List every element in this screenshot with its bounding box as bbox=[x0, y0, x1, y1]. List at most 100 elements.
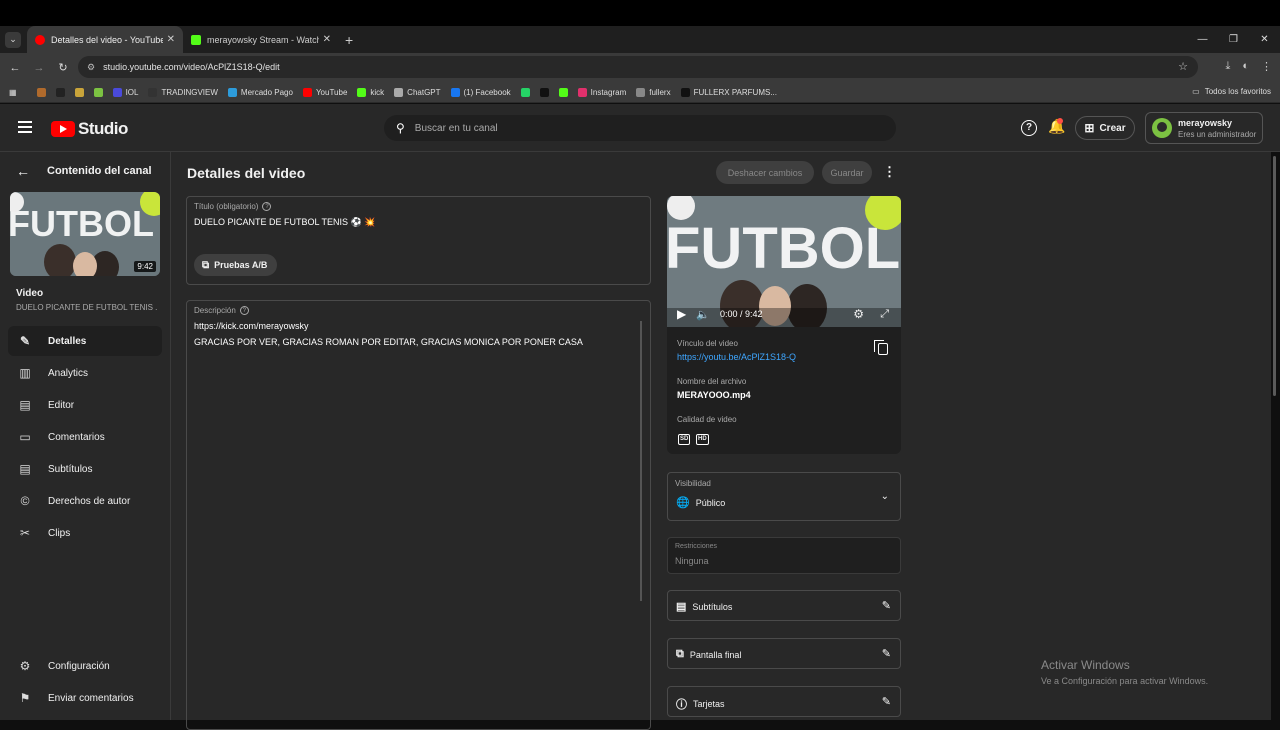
cards-row[interactable]: ⓘ Tarjetas ✎ bbox=[667, 686, 901, 717]
player-settings-icon[interactable]: ⚙ bbox=[853, 307, 864, 321]
forward-icon[interactable]: → bbox=[27, 62, 51, 74]
video-player[interactable]: FUTBOL ▶ 🔈 0:00 / 9:42 ⚙ ⤢ bbox=[667, 196, 901, 332]
save-button[interactable]: Guardar bbox=[822, 161, 872, 184]
bookmark-favicon-icon bbox=[74, 87, 84, 97]
bookmark-favicon-icon bbox=[394, 87, 404, 97]
bookmark-item[interactable] bbox=[520, 87, 534, 97]
search-input[interactable] bbox=[414, 122, 855, 134]
edit-pencil-icon[interactable]: ✎ bbox=[882, 647, 891, 660]
sidebar-item-analytics[interactable]: ▥ Analytics bbox=[8, 358, 162, 388]
subtitles-row[interactable]: ▤ Subtítulos ✎ bbox=[667, 590, 901, 621]
description-line[interactable]: https://kick.com/merayowsky bbox=[194, 321, 309, 331]
end-screen-row[interactable]: ⧉ Pantalla final ✎ bbox=[667, 638, 901, 669]
hamburger-menu-icon[interactable] bbox=[18, 121, 32, 133]
more-options-icon[interactable]: ⋮ bbox=[883, 164, 896, 180]
bookmark-item[interactable] bbox=[93, 87, 107, 97]
new-tab-button[interactable]: + bbox=[345, 32, 353, 48]
undo-changes-button[interactable]: Deshacer cambios bbox=[716, 161, 814, 184]
description-line[interactable]: GRACIAS POR VER, GRACIAS ROMAN POR EDITA… bbox=[194, 337, 583, 347]
account-name: merayowsky bbox=[1178, 117, 1233, 128]
fullscreen-icon[interactable]: ⤢ bbox=[880, 308, 889, 321]
sidebar-item-comentarios[interactable]: ▭ Comentarios bbox=[8, 422, 162, 452]
watermark-line1: Activar Windows bbox=[1041, 658, 1130, 672]
volume-icon[interactable]: 🔈 bbox=[696, 308, 710, 321]
bookmark-favicon-icon bbox=[55, 87, 65, 97]
reload-icon[interactable]: ↻ bbox=[51, 61, 75, 74]
arrow-left-icon: ← bbox=[16, 163, 30, 179]
close-window-icon[interactable]: ✕ bbox=[1249, 34, 1280, 45]
bookmark-item[interactable] bbox=[539, 87, 553, 97]
bookmark-item[interactable] bbox=[55, 87, 69, 97]
browser-tab-studio[interactable]: Detalles del video - YouTube St ✕ bbox=[27, 26, 183, 53]
bookmark-item[interactable]: kick bbox=[357, 87, 384, 97]
sidebar-item-clips[interactable]: ✂ Clips bbox=[8, 518, 162, 548]
help-icon[interactable]: ? bbox=[262, 202, 272, 211]
close-tab-icon[interactable]: ✕ bbox=[167, 34, 175, 45]
omnibox[interactable]: ⚙ studio.youtube.com/video/AcPlZ1S18-Q/e… bbox=[78, 56, 1198, 78]
sidebar-item-configuracion[interactable]: ⚙ Configuración bbox=[8, 651, 162, 681]
copy-icon[interactable] bbox=[874, 340, 888, 355]
account-role: Eres un administrador bbox=[1178, 129, 1257, 139]
bookmark-item[interactable]: (1) Facebook bbox=[450, 87, 511, 97]
minimize-icon[interactable]: — bbox=[1187, 34, 1218, 45]
description-field[interactable]: Descripción ? https://kick.com/merayowsk… bbox=[186, 300, 651, 730]
help-icon[interactable]: ? bbox=[1021, 120, 1037, 136]
nav-label: Clips bbox=[48, 527, 71, 539]
bookmark-item[interactable]: fullerx bbox=[636, 87, 671, 97]
create-button[interactable]: ⊞ Crear bbox=[1075, 116, 1135, 140]
title-field[interactable]: Título (obligatorio) ? DUELO PICANTE DE … bbox=[186, 196, 651, 285]
help-icon[interactable]: ? bbox=[239, 306, 249, 315]
bookmark-item[interactable]: Mercado Pago bbox=[227, 87, 293, 97]
bookmark-item[interactable]: TRADINGVIEW bbox=[148, 87, 218, 97]
bookmark-item[interactable]: YouTube bbox=[302, 87, 347, 97]
sidebar-item-derechos[interactable]: © Derechos de autor bbox=[8, 486, 162, 516]
bookmark-item[interactable] bbox=[36, 87, 50, 97]
back-icon[interactable]: ← bbox=[3, 62, 27, 74]
bookmark-item[interactable] bbox=[74, 87, 88, 97]
restore-icon[interactable]: ❐ bbox=[1218, 34, 1249, 45]
search-icon[interactable]: ⚲ bbox=[396, 121, 405, 135]
ab-test-button[interactable]: ⧉ Pruebas A/B bbox=[194, 254, 278, 276]
studio-logo[interactable]: Studio bbox=[51, 119, 128, 139]
sidebar-item-feedback[interactable]: ⚑ Enviar comentarios bbox=[8, 683, 162, 713]
all-bookmarks[interactable]: ▭ Todos los favoritos bbox=[1192, 87, 1271, 96]
sidebar-item-detalles[interactable]: ✎ Detalles bbox=[8, 326, 162, 356]
svg-text:FUTBOL: FUTBOL bbox=[667, 216, 900, 281]
play-icon[interactable]: ▶ bbox=[677, 307, 686, 321]
bookmark-item[interactable]: FULLERX PARFUMS... bbox=[680, 87, 777, 97]
title-value[interactable]: DUELO PICANTE DE FUTBOL TENIS ⚽ 💥 bbox=[194, 217, 375, 228]
visibility-select[interactable]: Visibilidad 🌐 Público ⌄ bbox=[667, 472, 901, 521]
description-scrollbar[interactable] bbox=[640, 321, 642, 601]
sidebar-item-subtitulos[interactable]: ▤ Subtítulos bbox=[8, 454, 162, 484]
page-scrollbar[interactable] bbox=[1273, 156, 1276, 396]
bookmark-star-icon[interactable]: ☆ bbox=[1178, 60, 1188, 73]
edit-pencil-icon[interactable]: ✎ bbox=[882, 599, 891, 612]
edit-pencil-icon[interactable]: ✎ bbox=[882, 695, 891, 708]
close-tab-icon[interactable]: ✕ bbox=[323, 34, 331, 45]
profile-icon[interactable]: ◐ bbox=[1242, 60, 1249, 73]
bookmark-item[interactable]: Instagram bbox=[577, 87, 626, 97]
channel-search[interactable]: ⚲ bbox=[384, 115, 896, 141]
download-icon[interactable]: ⤓ bbox=[1225, 60, 1230, 73]
browser-tab-kick[interactable]: merayowsky Stream - Watch Li ✕ bbox=[183, 26, 339, 53]
description-field-label: Descripción ? bbox=[194, 306, 249, 315]
bookmark-item[interactable]: ChatGPT bbox=[394, 87, 441, 97]
copyright-icon: © bbox=[20, 494, 30, 508]
site-info-icon[interactable]: ⚙ bbox=[87, 62, 95, 73]
studio-header: Studio ⚲ ? 🔔 ⊞ Crear merayowsky Eres un … bbox=[0, 104, 1280, 152]
tab-search-icon[interactable]: ⌄ bbox=[5, 31, 21, 48]
back-to-content-link[interactable]: ← Contenido del canal bbox=[16, 163, 152, 179]
restrictions-field[interactable]: Restricciones Ninguna bbox=[667, 537, 901, 574]
chevron-down-icon[interactable]: ⌄ bbox=[881, 491, 889, 502]
apps-icon[interactable]: ▦ bbox=[9, 88, 17, 97]
video-thumbnail[interactable]: FUTBOL 9:42 bbox=[10, 192, 160, 276]
bookmark-item[interactable]: IOL bbox=[112, 87, 138, 97]
bookmark-item[interactable] bbox=[558, 87, 572, 97]
ab-test-icon: ⧉ bbox=[202, 259, 210, 271]
video-link[interactable]: https://youtu.be/AcPlZ1S18-Q bbox=[677, 352, 796, 362]
quality-label: Calidad de video bbox=[677, 415, 737, 424]
sidebar-item-editor[interactable]: ▤ Editor bbox=[8, 390, 162, 420]
account-switcher[interactable]: merayowsky Eres un administrador bbox=[1145, 112, 1263, 144]
pencil-icon: ✎ bbox=[19, 334, 31, 348]
browser-menu-icon[interactable]: ⋮ bbox=[1261, 60, 1272, 73]
